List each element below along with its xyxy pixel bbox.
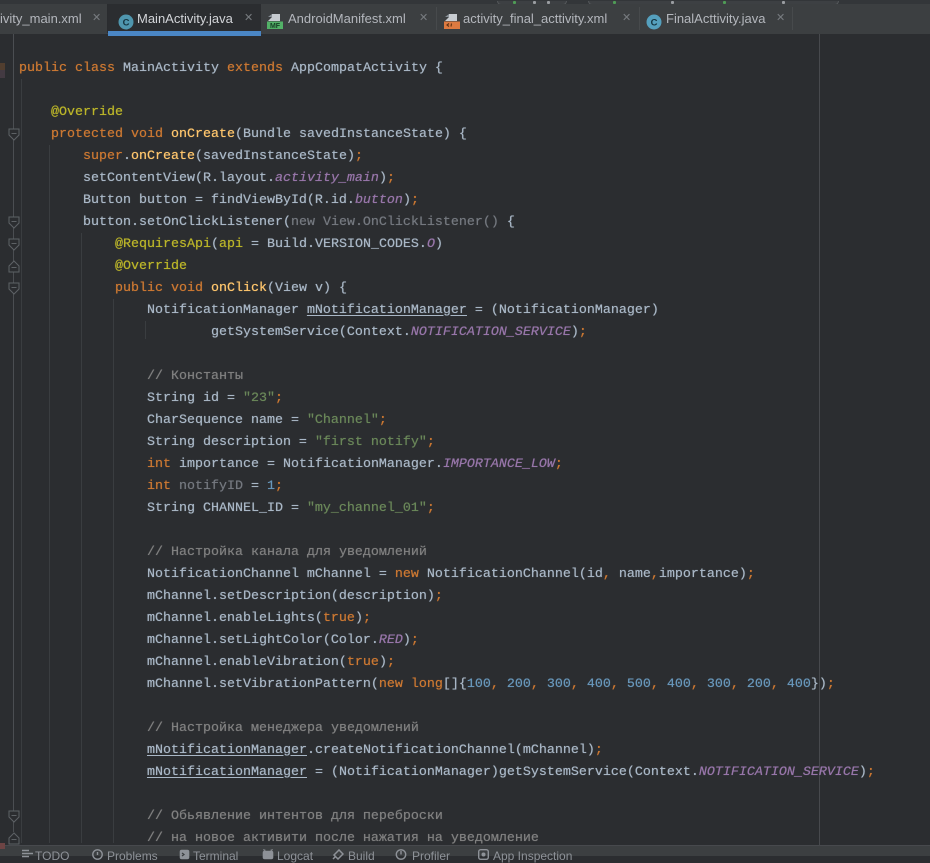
svg-text:MF: MF: [270, 23, 281, 29]
svg-text:C: C: [651, 17, 658, 28]
svg-text:C: C: [123, 17, 130, 28]
